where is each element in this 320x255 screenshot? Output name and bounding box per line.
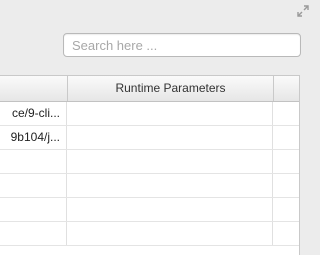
column-header[interactable] xyxy=(274,76,299,101)
table-row[interactable] xyxy=(0,150,299,174)
table-cell xyxy=(274,198,299,221)
table-cell: 9b104/j... xyxy=(0,126,67,149)
table-cell: ce/9-cli... xyxy=(0,102,67,125)
table-cell xyxy=(274,126,299,149)
table-cell xyxy=(68,150,273,173)
column-header-runtime-parameters[interactable]: Runtime Parameters xyxy=(68,76,274,101)
table-cell xyxy=(68,102,273,125)
table-cell xyxy=(0,174,67,197)
data-table: Runtime Parameters ce/9-cli... 9b104/j..… xyxy=(0,75,300,255)
table-cell xyxy=(0,198,67,221)
table-row[interactable]: 9b104/j... xyxy=(0,126,299,150)
table-cell xyxy=(274,150,299,173)
table-row[interactable] xyxy=(0,198,299,222)
table-cell xyxy=(274,174,299,197)
table-row[interactable] xyxy=(0,222,299,246)
search-input[interactable] xyxy=(63,33,301,57)
table-row[interactable] xyxy=(0,174,299,198)
table-row[interactable]: ce/9-cli... xyxy=(0,102,299,126)
table-cell xyxy=(68,126,273,149)
table-cell xyxy=(274,102,299,125)
table-cell xyxy=(0,150,67,173)
table-cell xyxy=(0,222,67,245)
panel: Runtime Parameters ce/9-cli... 9b104/j..… xyxy=(0,0,314,255)
column-header[interactable] xyxy=(0,76,68,101)
table-cell xyxy=(274,222,299,245)
table-cell xyxy=(68,174,273,197)
expand-arrows-icon[interactable] xyxy=(296,4,310,18)
table-cell xyxy=(68,222,273,245)
table-cell xyxy=(68,198,273,221)
table-header: Runtime Parameters xyxy=(0,76,299,102)
